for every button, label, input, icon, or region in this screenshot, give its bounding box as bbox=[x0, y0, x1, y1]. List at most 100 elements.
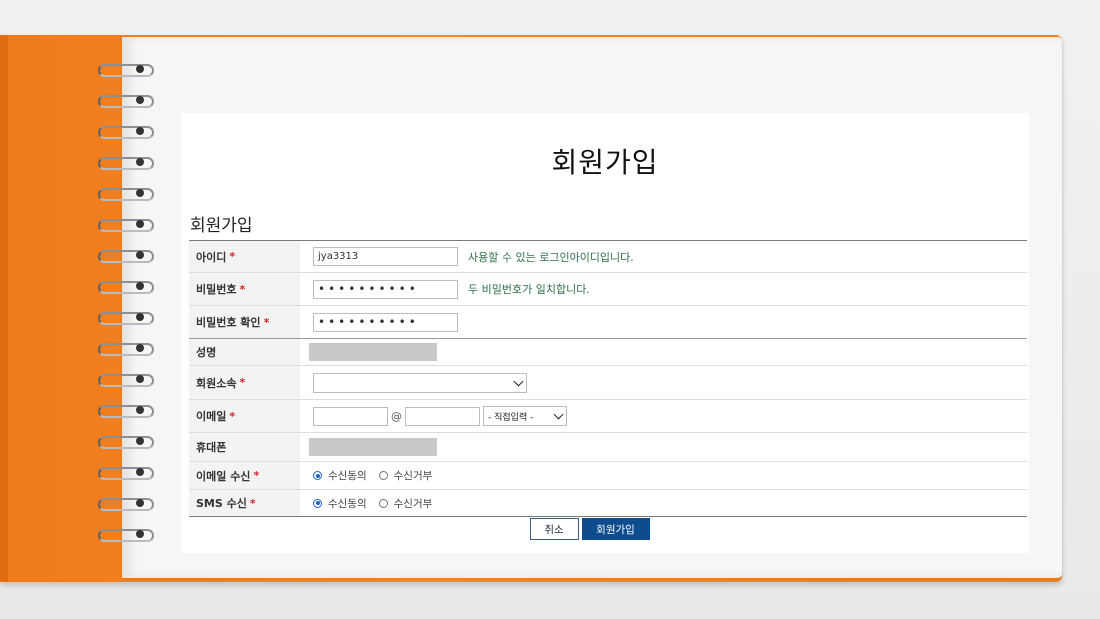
spiral-ring bbox=[92, 60, 156, 78]
ring-loop bbox=[98, 436, 154, 449]
password-match-message: 두 비밀번호가 일치합니다. bbox=[468, 283, 590, 296]
spiral-ring bbox=[92, 153, 156, 171]
ring-hole bbox=[136, 158, 144, 166]
ring-hole bbox=[136, 65, 144, 73]
ring-loop bbox=[98, 405, 154, 418]
form-actions: 취소 회원가입 bbox=[181, 518, 1029, 540]
ring-loop bbox=[98, 95, 154, 108]
signup-form-panel: 회원가입 회원가입 아이디 * jya3313 사용할 수 있는 로그인아이디입니… bbox=[181, 113, 1029, 553]
sms-agree-radio[interactable] bbox=[313, 498, 322, 508]
email-domain-select[interactable]: - 직접입력 - bbox=[483, 406, 567, 426]
section-title: 회원가입 bbox=[190, 216, 253, 236]
name-label: 성명 bbox=[189, 339, 300, 365]
ring-loop bbox=[98, 250, 154, 263]
ring-hole bbox=[136, 344, 144, 352]
password-label: 비밀번호 * bbox=[189, 273, 300, 305]
ring-loop bbox=[98, 219, 154, 232]
phone-value-redacted bbox=[309, 438, 437, 456]
row-password: 비밀번호 * •••••••••• 두 비밀번호가 일치합니다. bbox=[189, 273, 1027, 306]
email-local-input[interactable] bbox=[313, 406, 388, 426]
sms-reject-radio[interactable] bbox=[378, 498, 388, 508]
signup-form: 아이디 * jya3313 사용할 수 있는 로그인아이디입니다. 비밀번호 * •… bbox=[189, 240, 1027, 517]
ring-loop bbox=[98, 374, 154, 387]
row-id: 아이디 * jya3313 사용할 수 있는 로그인아이디입니다. bbox=[189, 241, 1027, 273]
required-mark: * bbox=[263, 315, 270, 329]
required-mark: * bbox=[229, 409, 236, 423]
required-mark: * bbox=[239, 282, 246, 296]
notebook-cover-edge bbox=[0, 35, 8, 582]
ring-loop bbox=[98, 467, 154, 480]
row-name: 성명 bbox=[189, 339, 1027, 366]
email-agree-radio[interactable] bbox=[313, 471, 322, 480]
spiral-ring bbox=[92, 370, 156, 388]
ring-loop bbox=[98, 188, 154, 201]
ring-hole bbox=[136, 406, 144, 414]
ring-hole bbox=[136, 282, 144, 290]
email-label: 이메일 * bbox=[189, 400, 300, 432]
password-confirm-input[interactable]: •••••••••• bbox=[313, 312, 458, 332]
affiliation-select[interactable] bbox=[313, 372, 527, 393]
ring-loop bbox=[98, 529, 154, 542]
required-mark: * bbox=[229, 250, 236, 263]
ring-loop bbox=[98, 126, 154, 139]
sms-subscribe-label: SMS 수신 * bbox=[189, 490, 300, 516]
required-mark: * bbox=[239, 376, 246, 389]
ring-loop bbox=[98, 64, 154, 77]
ring-hole bbox=[136, 127, 144, 135]
email-reject-label[interactable]: 수신거부 bbox=[394, 468, 433, 483]
sms-reject-label[interactable]: 수신거부 bbox=[394, 496, 433, 511]
ring-loop bbox=[98, 281, 154, 294]
spiral-ring bbox=[92, 91, 156, 109]
page-title: 회원가입 bbox=[551, 146, 659, 179]
signup-submit-button[interactable]: 회원가입 bbox=[581, 518, 650, 540]
ring-hole bbox=[136, 313, 144, 321]
row-phone: 휴대폰 bbox=[189, 433, 1027, 462]
row-password-confirm: 비밀번호 확인 * •••••••••• bbox=[189, 306, 1027, 339]
email-subscribe-options: 수신동의 수신거부 bbox=[313, 468, 438, 483]
email-reject-radio[interactable] bbox=[378, 471, 388, 480]
at-sign: @ bbox=[391, 409, 402, 423]
spiral-ring bbox=[92, 184, 156, 202]
ring-hole bbox=[136, 189, 144, 197]
ring-hole bbox=[136, 499, 144, 507]
spiral-binding bbox=[92, 60, 162, 560]
ring-hole bbox=[136, 530, 144, 538]
password-input[interactable]: •••••••••• bbox=[313, 279, 458, 299]
sms-subscribe-options: 수신동의 수신거부 bbox=[313, 496, 438, 511]
spiral-ring bbox=[92, 246, 156, 264]
chevron-down-icon bbox=[513, 376, 524, 386]
spiral-ring bbox=[92, 339, 156, 357]
id-label: 아이디 * bbox=[189, 241, 300, 272]
ring-hole bbox=[136, 251, 144, 259]
affiliation-label: 회원소속 * bbox=[189, 366, 300, 399]
required-mark: * bbox=[253, 469, 260, 482]
ring-hole bbox=[136, 437, 144, 445]
spiral-ring bbox=[92, 401, 156, 419]
email-subscribe-label: 이메일 수신 * bbox=[189, 462, 300, 489]
ring-loop bbox=[98, 343, 154, 356]
phone-label: 휴대폰 bbox=[189, 433, 300, 461]
email-domain-input[interactable] bbox=[405, 406, 480, 426]
ring-loop bbox=[98, 312, 154, 325]
id-input[interactable]: jya3313 bbox=[313, 247, 458, 266]
spiral-ring bbox=[92, 277, 156, 295]
ring-hole bbox=[136, 220, 144, 228]
id-status-message: 사용할 수 있는 로그인아이디입니다. bbox=[468, 250, 634, 264]
row-affiliation: 회원소속 * bbox=[189, 366, 1027, 400]
spiral-ring bbox=[92, 494, 156, 512]
sms-agree-label[interactable]: 수신동의 bbox=[328, 496, 367, 511]
ring-hole bbox=[136, 468, 144, 476]
chevron-down-icon bbox=[553, 409, 564, 420]
spiral-ring bbox=[92, 525, 156, 543]
spiral-ring bbox=[92, 122, 156, 140]
spiral-ring bbox=[92, 432, 156, 450]
row-sms-subscribe: SMS 수신 * 수신동의 수신거부 bbox=[189, 490, 1027, 516]
email-agree-label[interactable]: 수신동의 bbox=[328, 468, 367, 483]
ring-loop bbox=[98, 157, 154, 170]
ring-loop bbox=[98, 498, 154, 511]
spiral-ring bbox=[92, 463, 156, 481]
cancel-button[interactable]: 취소 bbox=[529, 518, 579, 540]
password-confirm-label: 비밀번호 확인 * bbox=[189, 306, 300, 338]
name-value-redacted bbox=[309, 343, 437, 361]
row-email-subscribe: 이메일 수신 * 수신동의 수신거부 bbox=[189, 462, 1027, 490]
